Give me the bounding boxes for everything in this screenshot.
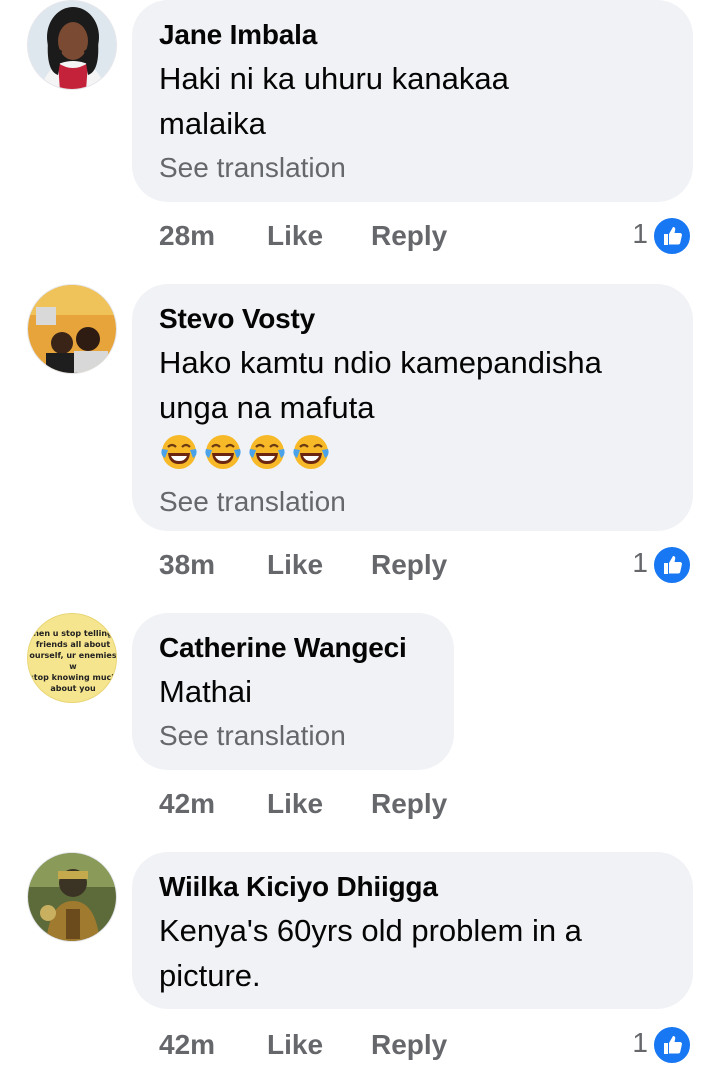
reaction-summary[interactable]: 1 bbox=[612, 1023, 692, 1065]
like-button[interactable]: Like bbox=[267, 1025, 323, 1065]
profile-photo-two-men-icon bbox=[28, 285, 116, 373]
reply-button[interactable]: Reply bbox=[371, 216, 447, 256]
see-translation-link[interactable]: See translation bbox=[159, 148, 667, 188]
comment-timestamp[interactable]: 42m bbox=[159, 1025, 215, 1065]
comment-bubble[interactable]: Wiilka Kiciyo Dhiigga Kenya's 60yrs old … bbox=[132, 852, 693, 1009]
see-translation-link[interactable]: See translation bbox=[159, 482, 667, 522]
reaction-count: 1 bbox=[632, 218, 648, 249]
comment: Stevo Vosty Hako kamtu ndio kamepandisha… bbox=[0, 284, 720, 604]
reply-button[interactable]: Reply bbox=[371, 545, 447, 585]
thumbs-up-icon bbox=[652, 1025, 692, 1065]
comment-actions: 38m Like Reply bbox=[159, 545, 689, 585]
face-with-tears-of-joy-icon bbox=[205, 435, 241, 469]
avatar[interactable] bbox=[27, 0, 117, 90]
comment-text: Haki ni ka uhuru kanakaa malaika bbox=[159, 61, 509, 141]
comment-actions: 42m Like Reply bbox=[159, 784, 689, 824]
like-button[interactable]: Like bbox=[267, 784, 323, 824]
comment-bubble[interactable]: Stevo Vosty Hako kamtu ndio kamepandisha… bbox=[132, 284, 693, 531]
comment-text: Hako kamtu ndio kamepandisha unga na maf… bbox=[159, 345, 602, 425]
comment: hen u stop telling friends all about our… bbox=[0, 613, 720, 843]
comment-author[interactable]: Wiilka Kiciyo Dhiigga bbox=[159, 870, 667, 904]
avatar[interactable] bbox=[27, 852, 117, 942]
comment-timestamp[interactable]: 38m bbox=[159, 545, 215, 585]
comment-timestamp[interactable]: 42m bbox=[159, 784, 215, 824]
reply-button[interactable]: Reply bbox=[371, 784, 447, 824]
comment: Wiilka Kiciyo Dhiigga Kenya's 60yrs old … bbox=[0, 852, 720, 1068]
profile-photo-soldier-icon bbox=[28, 853, 116, 941]
face-with-tears-of-joy-icon bbox=[161, 435, 197, 469]
comment-text: Kenya's 60yrs old problem in a picture. bbox=[159, 913, 582, 993]
reply-button[interactable]: Reply bbox=[371, 1025, 447, 1065]
like-button[interactable]: Like bbox=[267, 545, 323, 585]
avatar[interactable]: hen u stop telling friends all about our… bbox=[27, 613, 117, 703]
avatar-quote-text: hen u stop telling friends all about our… bbox=[29, 629, 117, 693]
avatar[interactable] bbox=[27, 284, 117, 374]
reaction-summary[interactable]: 1 bbox=[612, 543, 692, 585]
comment: Jane Imbala Haki ni ka uhuru kanakaa mal… bbox=[0, 0, 720, 270]
comment-bubble[interactable]: Catherine Wangeci Mathai See translation bbox=[132, 613, 454, 770]
comment-author[interactable]: Stevo Vosty bbox=[159, 302, 667, 336]
comment-text: Mathai bbox=[159, 674, 253, 709]
reaction-count: 1 bbox=[632, 547, 648, 578]
comment-actions: 42m Like Reply bbox=[159, 1025, 689, 1065]
profile-photo-woman-icon bbox=[28, 1, 116, 89]
like-button[interactable]: Like bbox=[267, 216, 323, 256]
comment-author[interactable]: Jane Imbala bbox=[159, 18, 667, 52]
emoji-row bbox=[159, 432, 667, 480]
reaction-count: 1 bbox=[632, 1027, 648, 1058]
reaction-summary[interactable]: 1 bbox=[612, 214, 692, 256]
comment-actions: 28m Like Reply bbox=[159, 216, 689, 256]
comment-timestamp[interactable]: 28m bbox=[159, 216, 215, 256]
face-with-tears-of-joy-icon bbox=[249, 435, 285, 469]
face-with-tears-of-joy-icon bbox=[293, 435, 329, 469]
thumbs-up-icon bbox=[652, 545, 692, 585]
thumbs-up-icon bbox=[652, 216, 692, 256]
comment-bubble[interactable]: Jane Imbala Haki ni ka uhuru kanakaa mal… bbox=[132, 0, 693, 202]
see-translation-link[interactable]: See translation bbox=[159, 716, 428, 756]
comment-author[interactable]: Catherine Wangeci bbox=[159, 631, 428, 665]
